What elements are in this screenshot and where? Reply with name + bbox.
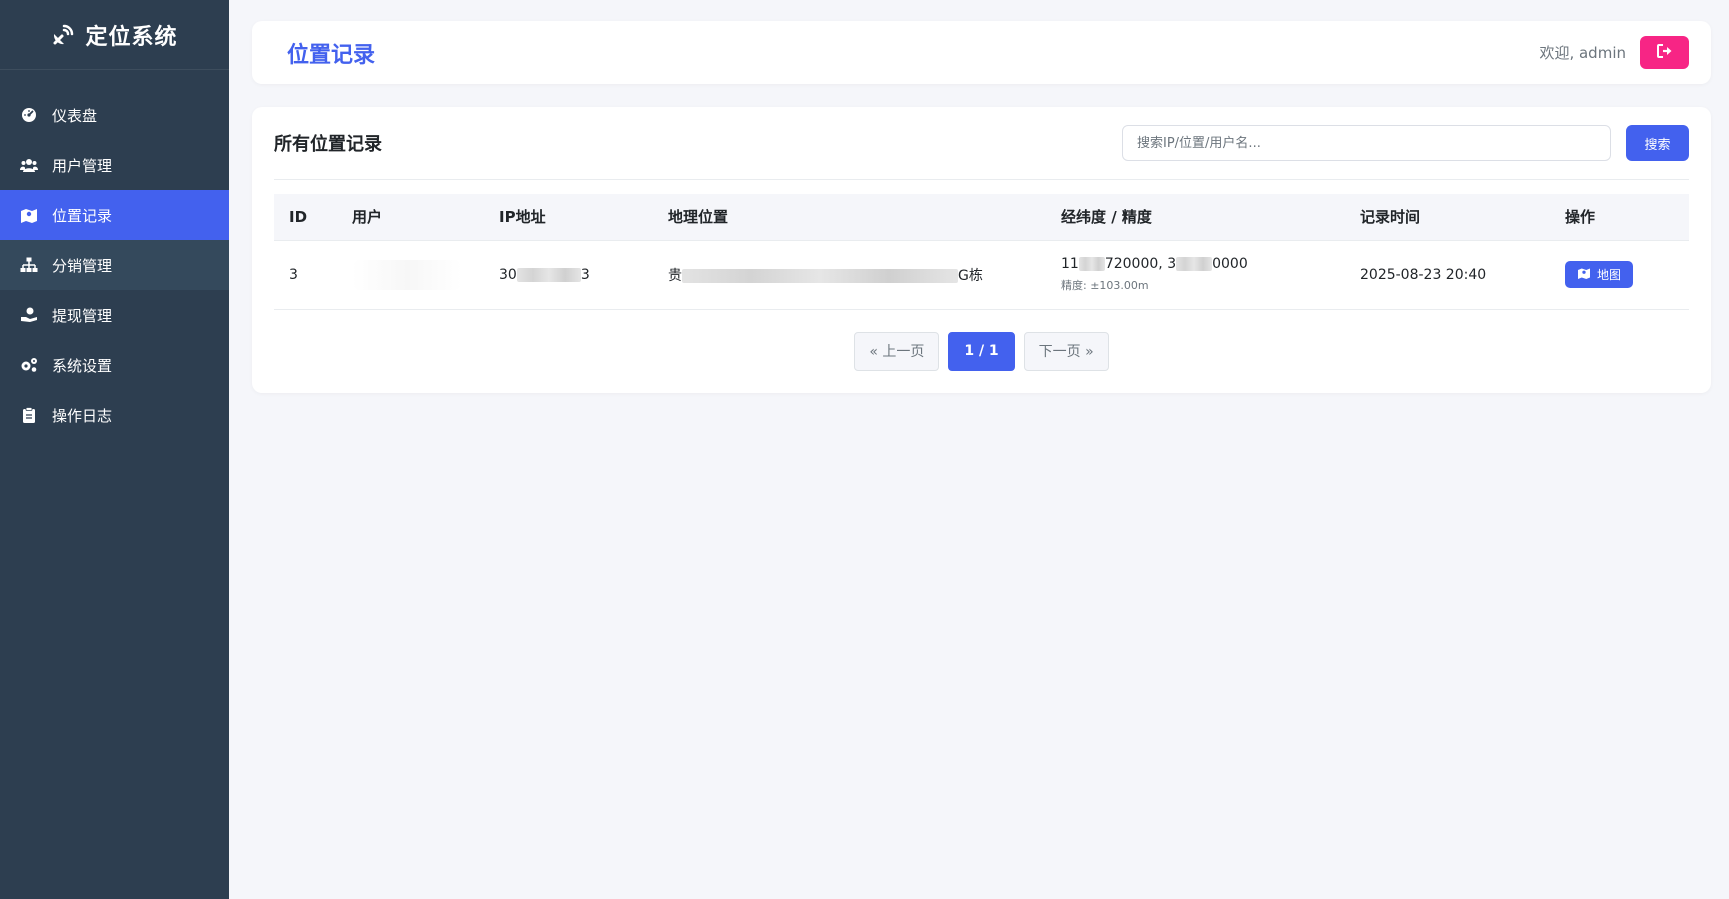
view-map-button[interactable]: 地图 <box>1565 261 1634 288</box>
sidebar: 定位系统 仪表盘 用户管理 位置记录 分销管理 提现管理 系统设置 操作日志 <box>0 0 229 899</box>
map-icon <box>20 206 38 224</box>
pagination: « 上一页 1 / 1 下一页 » <box>274 331 1689 371</box>
sidebar-item-location-records[interactable]: 位置记录 <box>0 190 229 240</box>
sidebar-item-label: 提现管理 <box>52 306 113 325</box>
cell-id: 3 <box>274 240 337 310</box>
sidebar-item-label: 分销管理 <box>52 256 113 275</box>
clipboard-icon <box>20 406 38 424</box>
column-header-location: 地理位置 <box>653 194 1046 241</box>
search-button[interactable]: 搜索 <box>1626 125 1689 161</box>
redacted-longitude <box>1078 257 1105 271</box>
welcome-text: 欢迎, admin <box>1539 44 1626 62</box>
column-header-actions: 操作 <box>1550 194 1689 241</box>
redacted-user <box>352 259 462 290</box>
card-title: 所有位置记录 <box>274 134 382 155</box>
current-page-indicator[interactable]: 1 / 1 <box>948 331 1015 371</box>
sitemap-icon <box>20 256 38 274</box>
table-row: 3 30 3 贵 G栋 11 720000, 3 0000 精度: ±103.00m <box>274 240 1689 310</box>
records-card: 所有位置记录 搜索 ID 用户 IP地址 地理位置 经纬度 / 精度 记录时间 … <box>252 107 1711 393</box>
users-icon <box>20 156 38 174</box>
redacted-latitude <box>1176 257 1213 271</box>
column-header-user: 用户 <box>337 194 484 241</box>
sidebar-item-withdrawals[interactable]: 提现管理 <box>0 290 229 340</box>
column-header-coordinates: 经纬度 / 精度 <box>1046 194 1345 241</box>
logout-button[interactable] <box>1640 36 1689 69</box>
accuracy-text: 精度: ±103.00m <box>1061 279 1149 292</box>
sidebar-item-label: 操作日志 <box>52 406 113 425</box>
redacted-location <box>682 268 958 283</box>
satellite-dish-icon <box>51 23 75 47</box>
records-table: ID 用户 IP地址 地理位置 经纬度 / 精度 记录时间 操作 3 30 3 贵… <box>274 194 1689 310</box>
dashboard-gauge-icon <box>20 106 38 124</box>
ip-prefix: 30 <box>499 266 517 283</box>
cell-location: 贵 G栋 <box>653 240 1046 310</box>
column-header-time: 记录时间 <box>1345 194 1550 241</box>
column-header-id: ID <box>274 194 337 241</box>
brand-title: 定位系统 <box>85 24 178 50</box>
location-prefix: 贵 <box>668 267 682 284</box>
redacted-ip <box>516 267 581 282</box>
next-page-button[interactable]: 下一页 » <box>1023 331 1109 371</box>
sidebar-item-distribution[interactable]: 分销管理 <box>0 240 229 290</box>
table-header-row: ID 用户 IP地址 地理位置 经纬度 / 精度 记录时间 操作 <box>274 194 1689 241</box>
cell-ip: 30 3 <box>484 240 653 310</box>
sidebar-item-label: 仪表盘 <box>52 106 98 125</box>
view-map-label: 地图 <box>1597 268 1622 282</box>
cell-actions: 地图 <box>1550 240 1689 310</box>
ip-suffix: 3 <box>580 266 590 283</box>
card-header: 所有位置记录 搜索 <box>274 107 1689 180</box>
brand: 定位系统 <box>0 0 229 70</box>
header-user-area: 欢迎, admin <box>1539 36 1689 69</box>
gears-icon <box>20 356 38 374</box>
sidebar-item-settings[interactable]: 系统设置 <box>0 340 229 390</box>
search-form: 搜索 <box>1122 125 1689 161</box>
sidebar-item-label: 用户管理 <box>52 156 113 175</box>
sidebar-item-label: 位置记录 <box>52 206 113 225</box>
sidebar-item-label: 系统设置 <box>52 356 113 375</box>
sign-out-icon <box>1656 44 1673 61</box>
sidebar-item-dashboard[interactable]: 仪表盘 <box>0 90 229 140</box>
cell-coordinates: 11 720000, 3 0000 精度: ±103.00m <box>1046 240 1345 310</box>
sidebar-item-logs[interactable]: 操作日志 <box>0 390 229 440</box>
top-header: 位置记录 欢迎, admin <box>252 21 1711 84</box>
page-title: 位置记录 <box>287 42 376 68</box>
location-suffix: G栋 <box>958 267 983 284</box>
sidebar-item-users[interactable]: 用户管理 <box>0 140 229 190</box>
hand-holding-dollar-icon <box>20 306 38 324</box>
prev-page-button[interactable]: « 上一页 <box>854 331 940 371</box>
coordinates-value: 11 720000, 3 0000 <box>1061 256 1248 272</box>
cell-user <box>337 240 484 310</box>
search-input[interactable] <box>1122 125 1611 161</box>
column-header-ip: IP地址 <box>484 194 653 241</box>
map-icon <box>1577 267 1591 282</box>
cell-time: 2025-08-23 20:40 <box>1345 240 1550 310</box>
sidebar-nav: 仪表盘 用户管理 位置记录 分销管理 提现管理 系统设置 操作日志 <box>0 90 229 440</box>
